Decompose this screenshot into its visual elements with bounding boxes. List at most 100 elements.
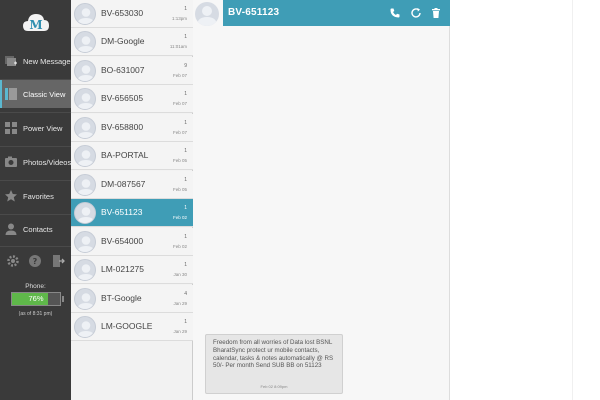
avatar-silhouette-icon bbox=[77, 150, 95, 167]
contact-row[interactable]: BA-PORTAL 1 Feb 05 bbox=[71, 142, 193, 171]
nav-divider bbox=[0, 180, 71, 181]
contact-name: DM-087567 bbox=[101, 178, 146, 189]
refresh-icon[interactable] bbox=[410, 7, 422, 19]
contacts-icon bbox=[5, 223, 17, 235]
contact-date: Jan 30 bbox=[173, 272, 187, 278]
nav-contacts[interactable]: Contacts bbox=[0, 216, 71, 242]
settings-button[interactable] bbox=[5, 253, 21, 269]
avatar-silhouette-icon bbox=[77, 292, 95, 309]
message-timestamp: Feb 02 8:09pm bbox=[260, 384, 288, 389]
avatar-silhouette-icon bbox=[77, 8, 95, 24]
contact-avatar bbox=[74, 88, 96, 111]
contact-row[interactable]: BV-656505 1 Feb 07 bbox=[71, 85, 193, 114]
nav-photos-videos[interactable]: Photos/Videos bbox=[0, 148, 71, 176]
contact-date: Feb 05 bbox=[172, 186, 187, 192]
message-count: 1 bbox=[184, 6, 187, 12]
message-count: 1 bbox=[184, 318, 187, 325]
message-bubble: Freedom from all worries of Data lost BS… bbox=[205, 334, 343, 394]
phone-battery-indicator: 76% bbox=[11, 292, 61, 306]
contact-name: DM-Google bbox=[101, 36, 145, 47]
help-button[interactable]: ? bbox=[27, 253, 43, 269]
exit-button[interactable] bbox=[50, 253, 66, 269]
exit-icon bbox=[52, 255, 65, 267]
message-count: 4 bbox=[184, 290, 187, 297]
nav-new-message[interactable]: New Message bbox=[0, 48, 71, 74]
trash-icon[interactable] bbox=[430, 7, 442, 19]
nav-divider bbox=[0, 214, 71, 215]
contact-name: BV-656505 bbox=[101, 93, 144, 104]
conversation-title: BV-651123 bbox=[228, 7, 280, 18]
contact-row[interactable]: BV-654000 1 Feb 02 bbox=[71, 227, 193, 256]
message-count: 9 bbox=[184, 62, 187, 69]
message-count: 1 bbox=[184, 91, 187, 98]
contact-name: BT-Google bbox=[101, 292, 142, 303]
avatar-silhouette-icon bbox=[77, 93, 95, 110]
app-window: M New Message Classic View Power View Ph… bbox=[0, 0, 600, 400]
contact-date: Feb 02 bbox=[172, 243, 187, 249]
contact-row[interactable]: DM-Google 1 11:01am bbox=[71, 28, 193, 57]
contact-row[interactable]: LM-021275 1 Jan 30 bbox=[71, 256, 193, 285]
phone-label: Phone: bbox=[25, 283, 46, 290]
battery-tip bbox=[62, 296, 64, 302]
contact-row[interactable]: BV-651123 1 Feb 02 bbox=[71, 199, 193, 228]
contact-avatar bbox=[74, 3, 96, 25]
cloud-logo-icon: M bbox=[22, 14, 49, 32]
nav-label: Favorites bbox=[23, 191, 54, 201]
nav-favorites[interactable]: Favorites bbox=[0, 182, 71, 210]
message-count: 1 bbox=[184, 205, 187, 212]
contact-row[interactable]: LM-GOOGLE 1 Jan 29 bbox=[71, 312, 193, 341]
contact-name: LM-GOOGLE bbox=[101, 320, 153, 331]
nav-divider bbox=[0, 246, 71, 247]
battery-percent: 76% bbox=[28, 294, 44, 303]
avatar-silhouette-icon bbox=[77, 235, 95, 252]
gear-icon bbox=[7, 255, 19, 267]
new-message-icon bbox=[5, 56, 17, 66]
classic-view-icon bbox=[5, 88, 17, 100]
message-count: 1 bbox=[184, 176, 187, 183]
contact-avatar bbox=[74, 59, 96, 82]
app-logo[interactable]: M bbox=[0, 0, 71, 40]
right-margin bbox=[572, 0, 600, 400]
contact-avatar bbox=[74, 259, 96, 282]
nav-classic-view[interactable]: Classic View bbox=[0, 80, 71, 108]
phone-icon[interactable] bbox=[389, 7, 401, 19]
contact-name: BV-654000 bbox=[101, 235, 144, 246]
contact-avatar bbox=[74, 287, 96, 310]
avatar-silhouette-icon bbox=[77, 178, 95, 195]
nav-divider bbox=[0, 112, 71, 113]
message-count: 1 bbox=[184, 233, 187, 240]
nav-label: Contacts bbox=[23, 224, 53, 234]
contact-row[interactable]: BT-Google 4 Jan 29 bbox=[71, 284, 193, 313]
message-count: 1 bbox=[184, 34, 187, 41]
contact-date: Feb 07 bbox=[172, 72, 187, 78]
contact-date: 11:01am bbox=[169, 44, 187, 50]
contact-avatar bbox=[74, 202, 96, 225]
contact-date: Feb 02 bbox=[172, 215, 187, 221]
nav-label: Power View bbox=[23, 123, 63, 133]
avatar-silhouette-icon bbox=[77, 121, 95, 138]
contact-date: Feb 07 bbox=[172, 101, 187, 107]
contact-date: 1:13pm bbox=[171, 16, 187, 21]
contact-row[interactable]: BV-658800 1 Feb 07 bbox=[71, 113, 193, 142]
contact-row[interactable]: BO-631007 9 Feb 07 bbox=[71, 56, 193, 85]
nav-power-view[interactable]: Power View bbox=[0, 114, 71, 142]
contact-avatar bbox=[74, 116, 96, 139]
nav-label: Photos/Videos bbox=[23, 157, 72, 167]
message-count: 1 bbox=[184, 148, 187, 155]
contact-name: BV-658800 bbox=[101, 121, 144, 132]
contact-name: BV-653030 bbox=[101, 8, 144, 18]
nav-bottom-toolbar: ? bbox=[0, 250, 71, 272]
contact-row[interactable]: DM-087567 1 Feb 05 bbox=[71, 170, 193, 199]
avatar-silhouette-icon bbox=[77, 207, 95, 224]
power-view-icon bbox=[5, 122, 17, 134]
contact-date: Feb 05 bbox=[172, 158, 187, 164]
contact-date: Jan 29 bbox=[173, 300, 187, 306]
nav-label: Classic View bbox=[23, 89, 66, 99]
contact-name: BO-631007 bbox=[101, 64, 145, 75]
avatar-silhouette-icon bbox=[197, 6, 217, 26]
contact-row[interactable]: BV-653030 1 1:13pm bbox=[71, 0, 193, 28]
left-nav: M New Message Classic View Power View Ph… bbox=[0, 0, 71, 400]
message-count: 1 bbox=[184, 262, 187, 269]
svg-text:?: ? bbox=[33, 257, 38, 266]
photos-icon bbox=[5, 156, 17, 167]
